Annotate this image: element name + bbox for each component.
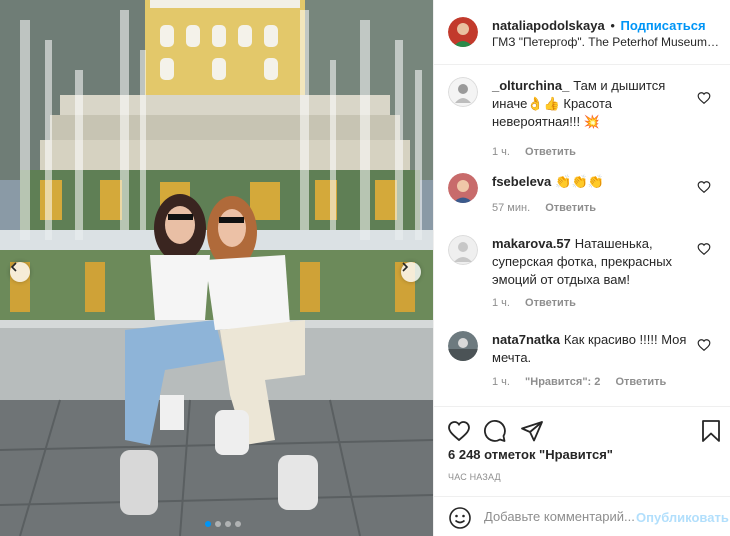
commenter-avatar[interactable] [448, 173, 478, 203]
post-side-panel: nataliapodolskaya • Подписаться ГМЗ "Пет… [433, 0, 730, 536]
comment-username[interactable]: fsebeleva [492, 174, 551, 189]
carousel-dot [235, 521, 241, 527]
chevron-right-icon [402, 262, 409, 272]
carousel-dot [225, 521, 231, 527]
separator-dot: • [610, 18, 615, 33]
comment-time[interactable]: 1 ч. [492, 297, 510, 309]
commenter-avatar[interactable] [448, 77, 478, 107]
heart-icon[interactable] [697, 180, 711, 194]
commenter-avatar[interactable] [448, 331, 478, 361]
photo-illustration [0, 0, 433, 536]
heart-icon[interactable] [447, 419, 471, 443]
post-time[interactable]: ЧАС НАЗАД [448, 472, 501, 482]
comment-username[interactable]: nata7natka [492, 332, 560, 347]
post-location[interactable]: ГМЗ "Петергоф". The Peterhof Museum Rese… [492, 35, 722, 49]
comment-icon[interactable] [483, 419, 507, 443]
comments-list: _olturchina_ Там и дышится иначе👌👍 Красот… [434, 66, 730, 406]
author-avatar[interactable] [448, 17, 478, 47]
carousel-dot [205, 521, 211, 527]
chevron-left-icon [10, 262, 17, 272]
paper-plane-icon[interactable] [520, 419, 544, 443]
commenter-avatar[interactable] [448, 235, 478, 265]
smiley-icon[interactable] [448, 506, 472, 530]
author-username[interactable]: nataliapodolskaya [492, 18, 605, 33]
comment-input[interactable] [484, 509, 634, 524]
comment-username[interactable]: _olturchina_ [492, 78, 569, 93]
reply-button[interactable]: Ответить [525, 297, 576, 309]
heart-icon[interactable] [697, 338, 711, 352]
follow-button[interactable]: Подписаться [621, 18, 706, 33]
post-photo[interactable] [0, 0, 433, 536]
add-comment-bar: Опубликовать [434, 496, 730, 536]
carousel-indicator [205, 521, 241, 527]
reply-button[interactable]: Ответить [615, 376, 666, 388]
likes-count[interactable]: 6 248 отметок "Нравится" [448, 447, 613, 462]
bookmark-icon[interactable] [699, 419, 723, 443]
reply-button[interactable]: Ответить [525, 146, 576, 158]
comment-text: 👏👏👏 [555, 174, 604, 189]
publish-button[interactable]: Опубликовать [636, 510, 729, 525]
comment-time[interactable]: 57 мин. [492, 202, 530, 214]
reply-button[interactable]: Ответить [545, 202, 596, 214]
heart-icon[interactable] [697, 242, 711, 256]
comment-likes-count[interactable]: "Нравится": 2 [525, 376, 600, 388]
next-slide-button[interactable] [401, 262, 421, 282]
comment-time[interactable]: 1 ч. [492, 146, 510, 158]
heart-icon[interactable] [697, 91, 711, 105]
post-actions [434, 406, 730, 452]
post-header: nataliapodolskaya • Подписаться ГМЗ "Пет… [434, 0, 730, 65]
comment-time[interactable]: 1 ч. [492, 376, 510, 388]
prev-slide-button[interactable] [10, 262, 30, 282]
comment-username[interactable]: makarova.57 [492, 236, 571, 251]
carousel-dot [215, 521, 221, 527]
